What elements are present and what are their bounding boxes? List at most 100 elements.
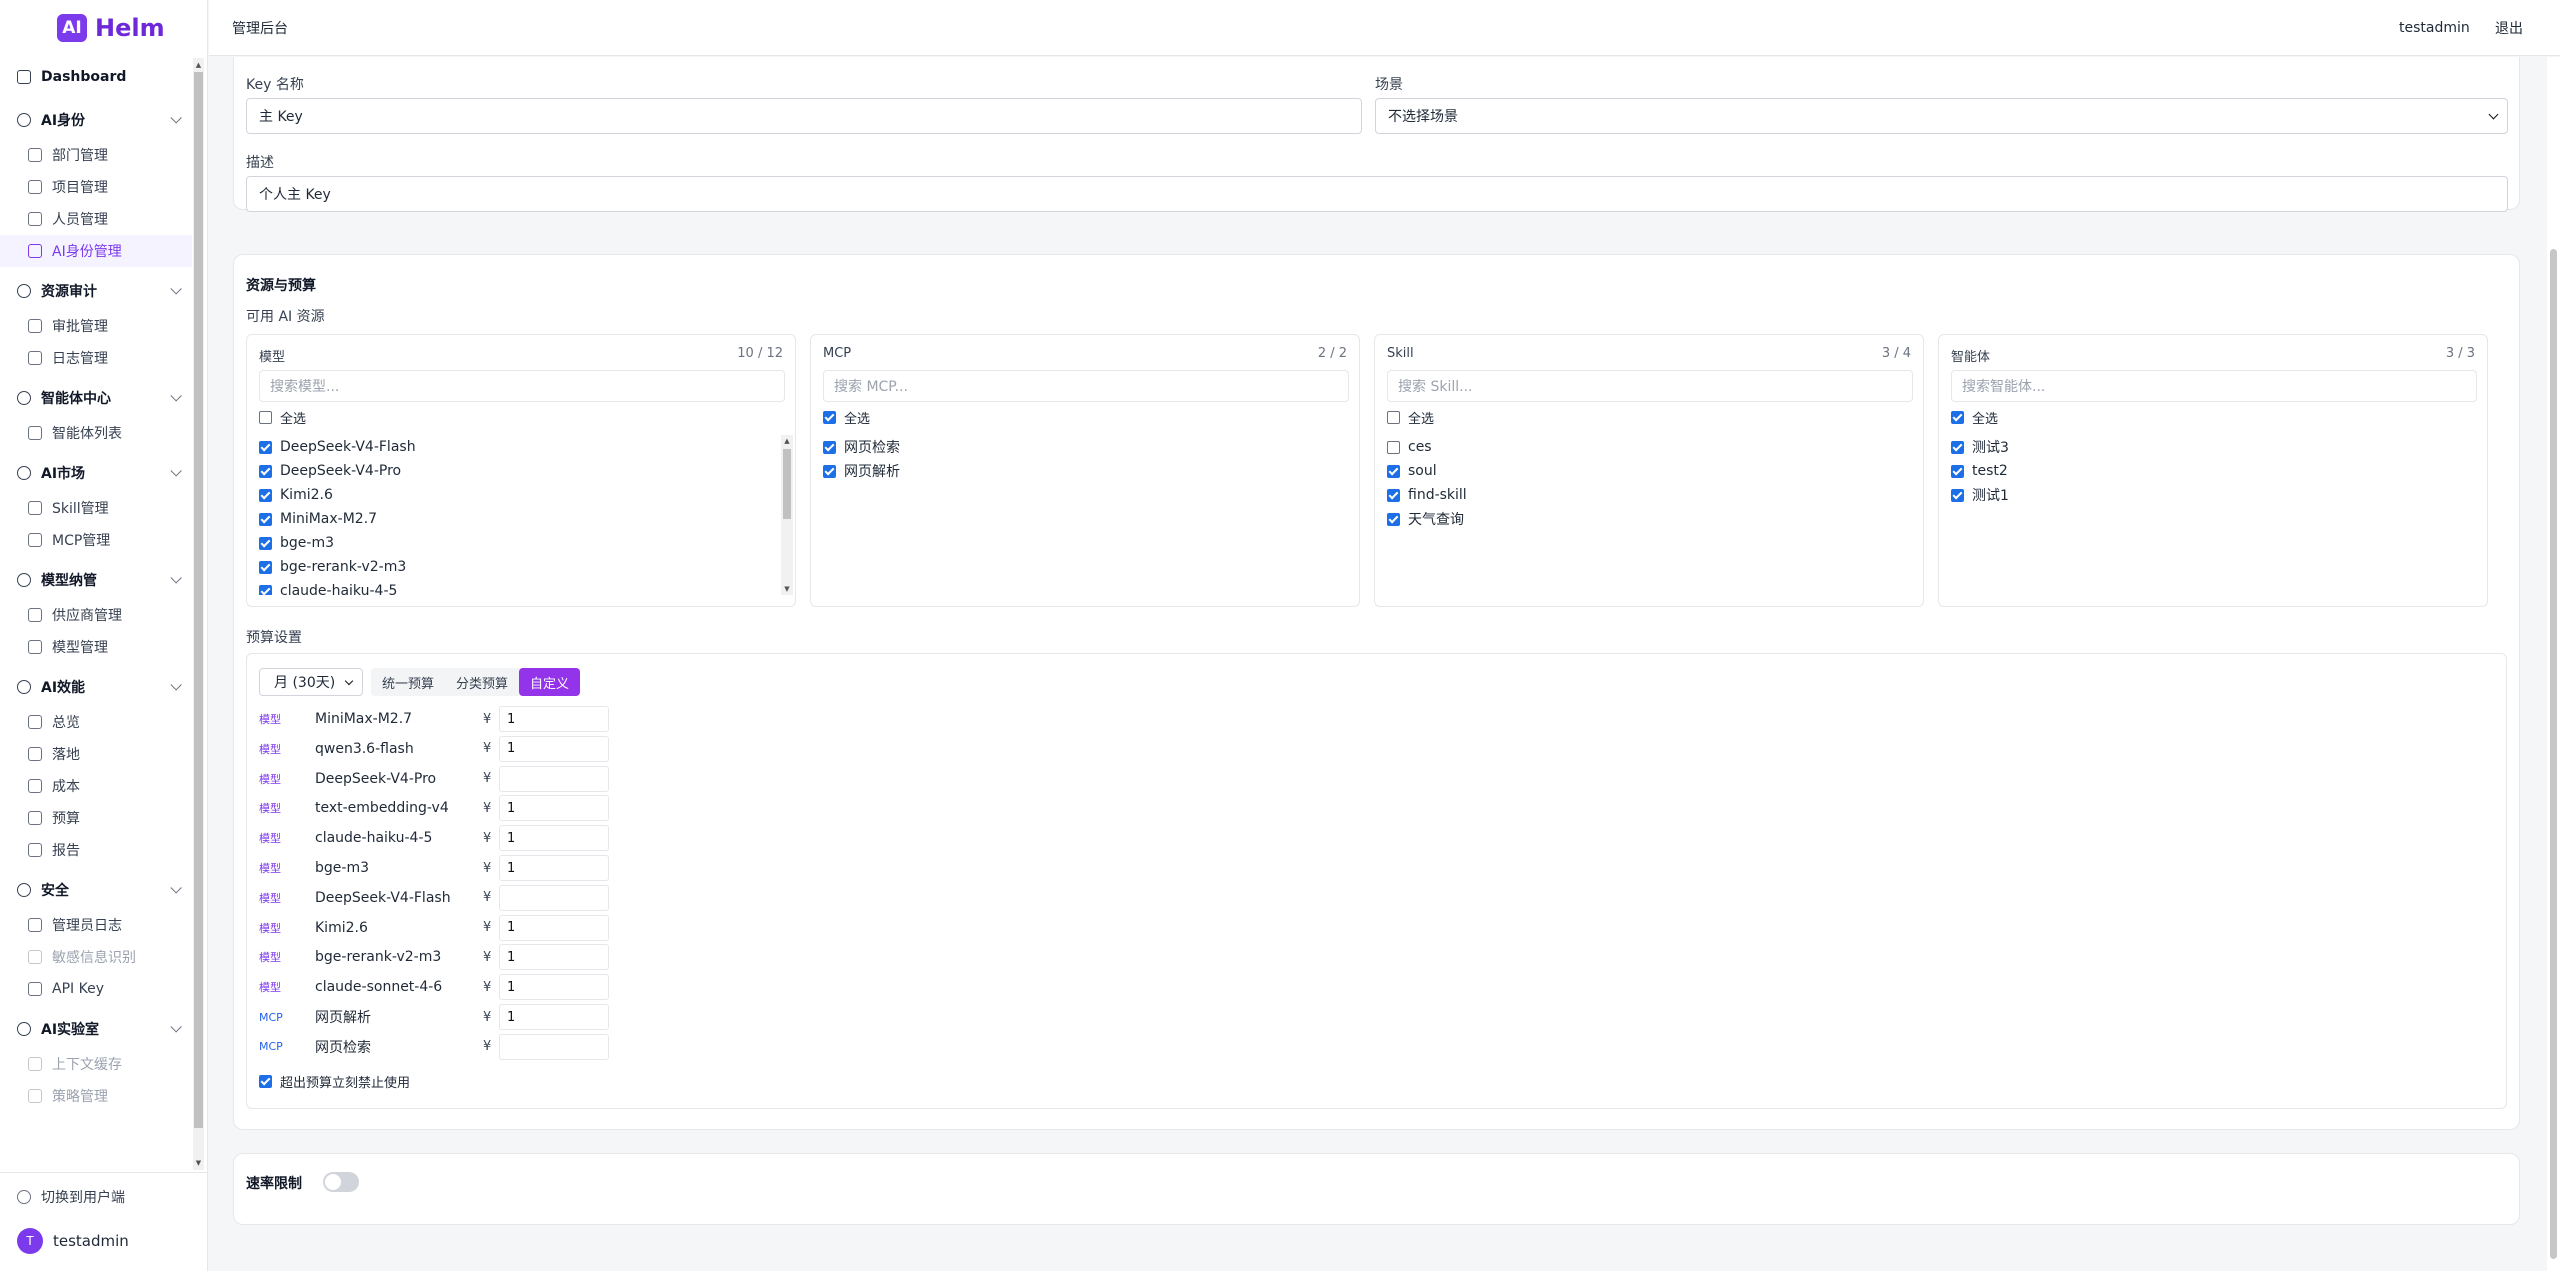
select-all-checkbox[interactable]: 全选 <box>823 406 870 428</box>
sidebar-item-7-0[interactable]: 上下文缓存 <box>0 1048 192 1080</box>
user-profile[interactable]: T testadmin <box>0 1221 208 1261</box>
sidebar-item-0-3[interactable]: AI身份管理 <box>0 235 192 267</box>
select-all-checkbox[interactable]: 全选 <box>1951 406 1998 428</box>
sidebar-group-0[interactable]: AI身份 <box>0 101 192 139</box>
budget-period-select[interactable]: 月 (30天) <box>259 668 363 696</box>
checkbox-icon <box>259 584 272 595</box>
sidebar-group-1[interactable]: 资源审计 <box>0 272 192 310</box>
resource-checkbox-item[interactable]: 网页检索 <box>823 435 1353 459</box>
sidebar-item-1-1[interactable]: 日志管理 <box>0 342 192 374</box>
budget-amount-input[interactable]: 1 <box>499 914 609 941</box>
menu-item-icon <box>28 608 42 622</box>
resource-checkbox-item[interactable]: DeepSeek-V4-Pro <box>259 459 789 483</box>
budget-amount-input[interactable]: 1 <box>499 974 609 1001</box>
budget-amount-input[interactable] <box>499 765 609 792</box>
sidebar-group-6[interactable]: 安全 <box>0 871 192 909</box>
checkbox-icon <box>823 464 836 478</box>
budget-mode-tab-2[interactable]: 自定义 <box>519 668 581 696</box>
budget-amount-input[interactable]: 1 <box>499 735 609 762</box>
resource-checkbox-item[interactable]: find-skill <box>1387 483 1917 507</box>
sidebar-item-dashboard[interactable]: Dashboard <box>0 58 192 96</box>
budget-amount-input[interactable]: 1 <box>499 1004 609 1030</box>
resource-checkbox-item[interactable]: 测试1 <box>1951 483 2481 507</box>
select-all-label: 全选 <box>280 411 307 427</box>
resource-checkbox-item[interactable]: MiniMax-M2.7 <box>259 507 789 531</box>
sidebar-item-0-2[interactable]: 人员管理 <box>0 203 192 235</box>
select-all-checkbox[interactable]: 全选 <box>1387 406 1434 428</box>
main-scrollbar[interactable] <box>2547 57 2560 1271</box>
resource-checkbox-item[interactable]: 网页解析 <box>823 459 1353 483</box>
logout-button[interactable]: 退出 <box>2495 18 2523 38</box>
sidebar-item-5-3[interactable]: 预算 <box>0 802 192 834</box>
sidebar-item-0-0[interactable]: 部门管理 <box>0 139 192 171</box>
select-all-checkbox[interactable]: 全选 <box>259 406 306 428</box>
budget-amount-input[interactable]: 1 <box>499 944 609 971</box>
sidebar-item-2-0[interactable]: 智能体列表 <box>0 417 192 449</box>
resource-checkbox-item[interactable]: bge-m3 <box>259 531 789 555</box>
model-list-scrollbar[interactable]: ▲ ▼ <box>781 435 793 595</box>
sidebar-group-2[interactable]: 智能体中心 <box>0 379 192 417</box>
switch-user-button[interactable]: 切换到用户端 <box>0 1173 208 1221</box>
scene-select[interactable]: 不选择场景 <box>1375 98 2508 134</box>
sidebar-item-0-1[interactable]: 项目管理 <box>0 171 192 203</box>
resource-checkbox-item[interactable]: 测试3 <box>1951 435 2481 459</box>
budget-mode-tab-0[interactable]: 统一预算 <box>371 668 445 696</box>
resource-checkbox-item[interactable]: Kimi2.6 <box>259 483 789 507</box>
budget-amount-input[interactable]: 1 <box>499 795 609 822</box>
resource-search-input[interactable]: 搜索智能体... <box>1951 370 2477 402</box>
resource-checkbox-item[interactable]: soul <box>1387 459 1917 483</box>
sidebar-item-6-0[interactable]: 管理员日志 <box>0 909 192 941</box>
sidebar-item-6-2[interactable]: API Key <box>0 973 192 1005</box>
sidebar-item-3-0[interactable]: Skill管理 <box>0 492 192 524</box>
sidebar-scrollbar[interactable]: ▲ ▼ <box>193 58 204 1170</box>
sidebar-group-3[interactable]: AI市场 <box>0 454 192 492</box>
scroll-down-icon[interactable]: ▼ <box>194 1158 203 1168</box>
sidebar-item-5-4[interactable]: 报告 <box>0 834 192 866</box>
sidebar-item-6-1[interactable]: 敏感信息识别 <box>0 941 192 973</box>
sidebar-scroll-thumb[interactable] <box>194 72 203 1128</box>
sidebar-item-3-1[interactable]: MCP管理 <box>0 524 192 556</box>
sidebar-item-5-2[interactable]: 成本 <box>0 770 192 802</box>
sidebar-group-7[interactable]: AI实验室 <box>0 1010 192 1048</box>
sidebar-item-4-0[interactable]: 供应商管理 <box>0 599 192 631</box>
resource-checkbox-item[interactable]: claude-haiku-4-5 <box>259 579 789 595</box>
description-input[interactable]: 个人主 Key <box>246 176 2508 212</box>
rate-limit-toggle[interactable] <box>323 1172 359 1192</box>
sidebar-item-label: Skill管理 <box>52 501 109 517</box>
scroll-up-icon[interactable]: ▲ <box>194 60 203 70</box>
block-over-budget-checkbox[interactable]: 超出预算立刻禁止使用 <box>259 1070 410 1092</box>
sidebar-group-4[interactable]: 模型纳管 <box>0 561 192 599</box>
scroll-down-icon[interactable]: ▼ <box>781 583 793 595</box>
key-name-input[interactable]: 主 Key <box>246 98 1362 134</box>
sidebar-item-7-1[interactable]: 策略管理 <box>0 1080 192 1112</box>
resource-search-input[interactable]: 搜索 MCP... <box>823 370 1349 402</box>
header-username[interactable]: testadmin <box>2399 20 2470 36</box>
resource-checkbox-item[interactable]: bge-rerank-v2-m3 <box>259 555 789 579</box>
budget-amount-input[interactable]: 1 <box>499 855 609 881</box>
model-list-scroll-thumb[interactable] <box>783 449 791 519</box>
chevron-down-icon <box>170 390 182 402</box>
resource-search-input[interactable]: 搜索模型... <box>259 370 785 402</box>
sidebar-item-5-1[interactable]: 落地 <box>0 738 192 770</box>
resource-checkbox-item[interactable]: DeepSeek-V4-Flash <box>259 435 789 459</box>
resource-checkbox-item[interactable]: test2 <box>1951 459 2481 483</box>
resource-checkbox-item[interactable]: 天气查询 <box>1387 507 1917 531</box>
budget-amount-input[interactable] <box>499 1033 609 1060</box>
menu-item-icon <box>28 640 42 654</box>
budget-amount-input[interactable] <box>499 884 609 911</box>
budget-mode-tab-1[interactable]: 分类预算 <box>445 668 519 696</box>
checkbox-icon <box>259 410 272 424</box>
resource-checkbox-item[interactable]: ces <box>1387 435 1917 459</box>
main-scroll-thumb[interactable] <box>2550 249 2557 1259</box>
logo[interactable]: AI Helm <box>0 0 207 56</box>
sidebar-item-4-1[interactable]: 模型管理 <box>0 631 192 663</box>
resource-search-input[interactable]: 搜索 Skill... <box>1387 370 1913 402</box>
sidebar-item-label: 供应商管理 <box>52 608 122 624</box>
budget-amount-input[interactable]: 1 <box>499 706 609 732</box>
scroll-up-icon[interactable]: ▲ <box>781 435 793 447</box>
checkbox-icon <box>1387 488 1400 502</box>
budget-amount-input[interactable]: 1 <box>499 825 609 852</box>
sidebar-item-1-0[interactable]: 审批管理 <box>0 310 192 342</box>
sidebar-group-5[interactable]: AI效能 <box>0 668 192 706</box>
sidebar-item-5-0[interactable]: 总览 <box>0 706 192 738</box>
